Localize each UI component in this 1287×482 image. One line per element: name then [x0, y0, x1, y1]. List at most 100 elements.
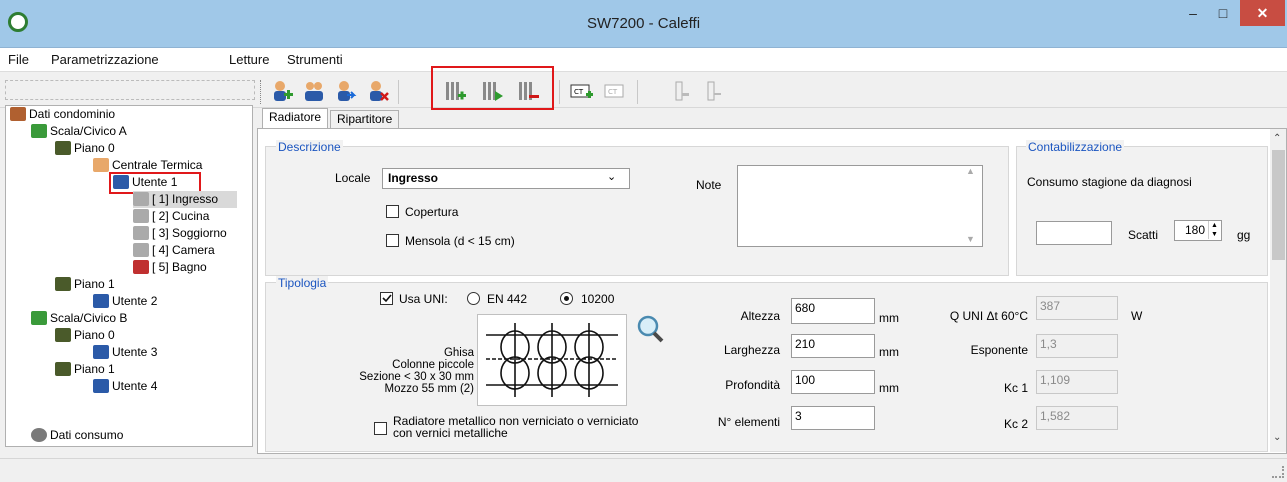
users-icon[interactable] [300, 77, 328, 105]
metallico-label: Radiatore metallico non verniciato o ver… [393, 415, 638, 439]
tree-label: Piano 0 [74, 141, 115, 155]
tree-node-room-1[interactable]: [ 1] Ingresso [133, 191, 237, 208]
tree-label: Scala/Civico B [50, 311, 128, 325]
radiator-drawing [486, 323, 618, 397]
window-title: SW7200 - Caleffi [586, 15, 701, 32]
usa-uni-label: Usa UNI: [399, 292, 448, 306]
user-icon [93, 158, 109, 172]
usa-uni-checkbox[interactable] [380, 292, 393, 305]
close-button[interactable]: ✕ [1240, 0, 1285, 26]
desc-colonne: Colonne piccole [392, 359, 474, 371]
menu-file[interactable]: File [8, 48, 29, 72]
scroll-down-icon[interactable]: ▼ [966, 234, 975, 244]
tree-node-scala-b[interactable]: Scala/Civico B [31, 310, 127, 327]
elementi-input[interactable]: 3 [791, 406, 875, 430]
tree-node-dati-consumo[interactable]: Dati consumo [31, 427, 123, 444]
quni-value: 387 [1036, 296, 1118, 320]
metallico-checkbox[interactable] [374, 422, 387, 435]
tree-node-piano-0-a[interactable]: Piano 0 [55, 140, 115, 157]
menu-strumenti[interactable]: Strumenti [287, 48, 343, 72]
en442-radio[interactable] [467, 292, 480, 305]
tree-label: Piano 1 [74, 277, 115, 291]
tree-node-utente-2[interactable]: Utente 2 [93, 293, 157, 310]
chevron-down-icon[interactable]: ⌄ [607, 170, 616, 183]
tree-node-room-4[interactable]: [ 4] Camera [133, 242, 215, 259]
sensor-add-icon-disabled[interactable] [668, 77, 696, 105]
radiator-icon [133, 209, 149, 223]
delete-user-icon[interactable] [364, 77, 392, 105]
descrizione-title: Descrizione [276, 140, 343, 154]
larghezza-label: Larghezza [723, 343, 780, 357]
contabilizzazione-title: Contabilizzazione [1026, 140, 1125, 154]
scatti-label: Scatti [1128, 228, 1159, 242]
tree-node-room-2[interactable]: [ 2] Cucina [133, 208, 209, 225]
play-radiator-icon[interactable] [478, 77, 506, 105]
tree-node-utente-3[interactable]: Utente 3 [93, 344, 157, 361]
maximize-button[interactable]: □ [1208, 0, 1238, 26]
tab-ripartitore[interactable]: Ripartitore [330, 110, 400, 129]
tree-node-dati-condominio[interactable]: Dati condominio [10, 106, 115, 123]
uni10200-label: 10200 [581, 292, 615, 306]
floor-icon [55, 277, 71, 291]
resize-grip-icon[interactable] [1272, 466, 1284, 478]
kc2-value: 1,582 [1036, 406, 1118, 430]
copertura-checkbox[interactable] [386, 205, 399, 218]
floor-icon [55, 328, 71, 342]
profondita-input[interactable]: 100 [791, 370, 875, 394]
tree-node-piano-0-b[interactable]: Piano 0 [55, 327, 115, 344]
add-ct-icon[interactable]: CT [568, 77, 596, 105]
stairs-icon [31, 124, 47, 138]
radiator-image [477, 314, 627, 406]
note-textarea[interactable] [737, 165, 983, 247]
stepper-arrows-icon[interactable]: ▲ ▼ [1208, 221, 1220, 239]
tipologia-title: Tipologia [276, 276, 329, 290]
consumo-label: Consumo stagione da diagnosi [1027, 175, 1192, 189]
add-user-icon[interactable] [268, 77, 296, 105]
metallico-line-2: con vernici metalliche [393, 426, 508, 440]
floor-icon [55, 141, 71, 155]
note-label: Note [696, 178, 722, 192]
radiator-icon [133, 243, 149, 257]
altezza-input[interactable]: 680 [791, 298, 875, 324]
tree-label: Utente 4 [112, 379, 158, 393]
tree-label: Scala/Civico A [50, 124, 127, 138]
menu-parametrizzazione[interactable]: Parametrizzazione [51, 48, 159, 72]
tab-radiatore[interactable]: Radiatore [262, 108, 329, 129]
scrollbar-thumb[interactable] [1272, 150, 1285, 260]
sensor-remove-icon-disabled[interactable] [700, 77, 728, 105]
tree-node-piano-1-a[interactable]: Piano 1 [55, 276, 115, 293]
larghezza-input[interactable]: 210 [791, 334, 875, 358]
tree-node-room-3[interactable]: [ 3] Soggiorno [133, 225, 227, 242]
menu-letture[interactable]: Letture [229, 48, 269, 72]
locale-select[interactable]: Ingresso [382, 168, 630, 189]
tree-label: Centrale Termica [112, 158, 203, 172]
scroll-up-icon[interactable]: ▲ [966, 166, 975, 176]
kc1-label: Kc 1 [1003, 381, 1028, 395]
en442-label: EN 442 [487, 292, 528, 306]
tree-label: [ 3] Soggiorno [152, 226, 227, 240]
tree-node-utente-4[interactable]: Utente 4 [93, 378, 157, 395]
ct-icon-disabled[interactable]: CT [602, 77, 630, 105]
move-user-icon[interactable] [332, 77, 360, 105]
magnifier-icon[interactable] [635, 314, 665, 344]
mensola-checkbox[interactable] [386, 234, 399, 247]
scroll-down-arrow-icon[interactable]: ⌄ [1273, 432, 1281, 443]
add-radiator-icon[interactable] [441, 77, 469, 105]
toolbar-separator [559, 80, 561, 104]
consumo-input[interactable] [1036, 221, 1112, 245]
tree-label: Dati consumo [50, 428, 124, 442]
esponente-label: Esponente [970, 343, 1028, 357]
svg-text:CT: CT [608, 88, 618, 96]
minimize-button[interactable]: – [1178, 0, 1208, 26]
mensola-label: Mensola (d < 15 cm) [405, 234, 515, 248]
tree-node-piano-1-b[interactable]: Piano 1 [55, 361, 115, 378]
tree-node-room-5[interactable]: [ 5] Bagno [133, 259, 207, 276]
remove-radiator-icon[interactable] [514, 77, 542, 105]
scroll-up-arrow-icon[interactable]: ⌃ [1273, 133, 1281, 144]
tree-node-scala-a[interactable]: Scala/Civico A [31, 123, 127, 140]
profondita-label: Profondità [725, 378, 780, 392]
uni10200-radio[interactable] [560, 292, 573, 305]
tree-label: Piano 1 [74, 362, 115, 376]
quni-unit: W [1131, 309, 1143, 323]
gears-icon [31, 428, 47, 442]
